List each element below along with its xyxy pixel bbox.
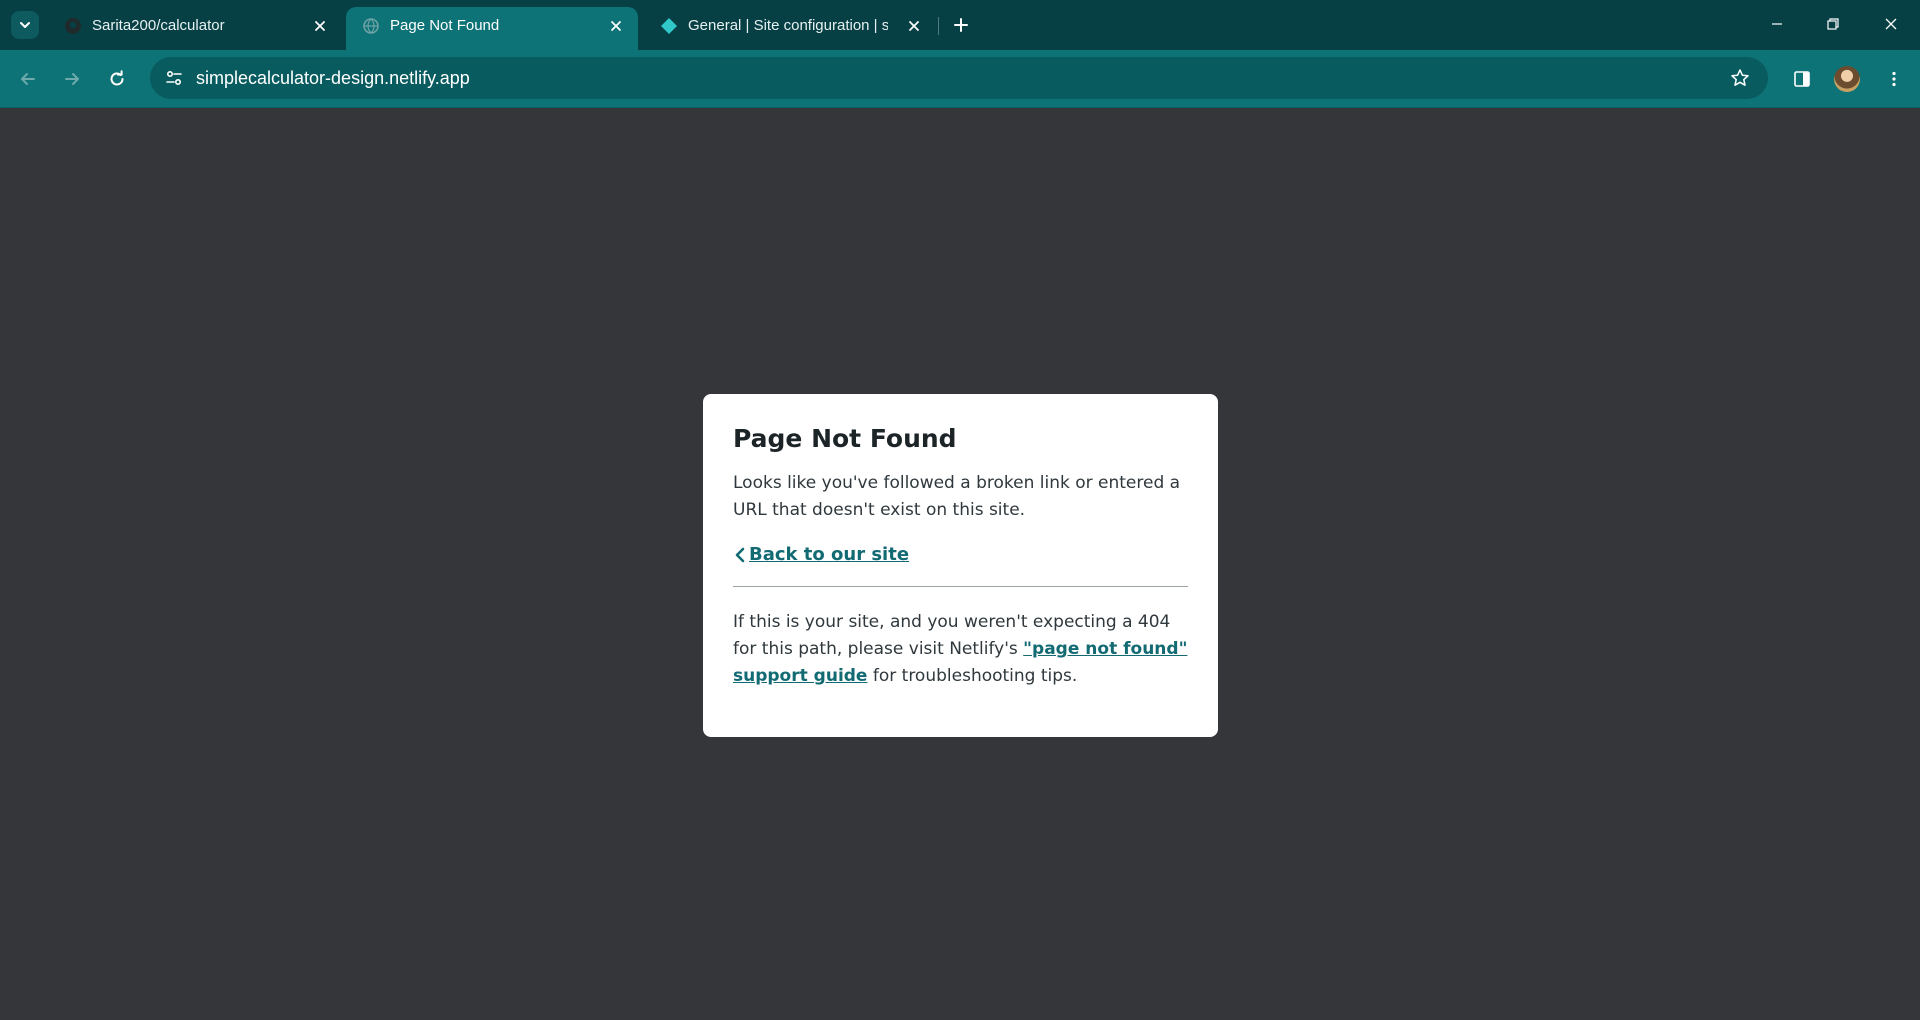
divider [733, 586, 1188, 587]
back-button[interactable] [12, 63, 44, 95]
forward-button[interactable] [56, 63, 88, 95]
page-title: Page Not Found [733, 424, 957, 453]
close-window-button[interactable] [1868, 6, 1914, 42]
help-text-after: for troubleshooting tips. [867, 666, 1078, 686]
chevron-down-icon [20, 22, 30, 28]
not-found-card: Page Not Found Looks like you've followe… [703, 394, 1218, 737]
error-message: Looks like you've followed a broken link… [733, 473, 1181, 520]
back-to-site-link[interactable]: Back to our site [733, 542, 909, 568]
close-icon [1885, 18, 1897, 30]
github-icon [64, 17, 82, 35]
restore-button[interactable] [1810, 6, 1856, 42]
address-bar[interactable]: simplecalculator-design.netlify.app [150, 57, 1768, 99]
url-text[interactable]: simplecalculator-design.netlify.app [196, 68, 470, 88]
close-tab-icon[interactable] [606, 16, 626, 36]
side-panel-button[interactable] [1786, 63, 1818, 95]
plus-icon [954, 18, 968, 32]
more-vertical-icon [1892, 71, 1896, 87]
back-link-label: Back to our site [749, 544, 910, 565]
help-text: If this is your site, and you weren't ex… [733, 609, 1188, 690]
tab-github-calculator[interactable]: Sarita200/calculator [48, 7, 342, 50]
reload-button[interactable] [101, 63, 133, 95]
tab-search-button[interactable] [11, 11, 39, 39]
arrow-right-icon [65, 73, 79, 85]
minimize-icon [1772, 23, 1782, 25]
reload-icon [110, 70, 124, 86]
netlify-icon [660, 17, 678, 35]
new-tab-button[interactable] [947, 11, 975, 39]
tab-title: Page Not Found [390, 17, 500, 34]
close-tab-icon[interactable] [904, 16, 924, 36]
arrow-left-icon [21, 73, 35, 85]
browser-toolbar: simplecalculator-design.netlify.app [0, 50, 1920, 108]
close-tab-icon[interactable] [310, 16, 330, 36]
minimize-button[interactable] [1754, 6, 1800, 42]
tab-page-not-found[interactable]: Page Not Found [346, 7, 638, 50]
tab-separator [938, 17, 939, 35]
restore-icon [1827, 18, 1839, 30]
globe-icon [362, 17, 380, 35]
bookmark-star-icon[interactable] [1724, 62, 1756, 94]
tab-title: Sarita200/calculator [92, 17, 225, 34]
chevron-left-icon [735, 547, 745, 563]
side-panel-icon [1794, 71, 1810, 87]
browser-menu-button[interactable] [1878, 63, 1910, 95]
site-info-icon[interactable] [158, 62, 190, 94]
tab-title: General | Site configuration | simplecal… [688, 17, 888, 34]
tab-strip: Sarita200/calculator Page Not Found Gene… [0, 0, 1920, 50]
tab-netlify-site-config[interactable]: General | Site configuration | simplecal… [644, 7, 936, 50]
profile-avatar[interactable] [1834, 66, 1860, 92]
